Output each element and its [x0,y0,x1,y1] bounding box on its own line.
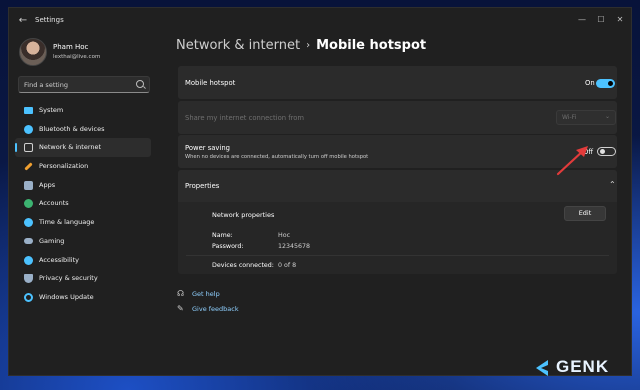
settings-window: ← Settings — ☐ ✕ Pham Hoc lexthai@live.c… [8,7,632,376]
title-bar: ← Settings — ☐ ✕ [9,8,631,34]
give-feedback-link[interactable]: Give feedback [192,305,239,313]
sidebar-item-label: Privacy & security [39,274,98,283]
network-properties-title: Network properties [212,211,275,219]
sidebar-item-label: Gaming [39,236,65,245]
share-connection-dropdown[interactable]: Wi-Fi ⌄ [556,110,616,125]
sidebar-item-network[interactable]: Network & internet [15,138,151,158]
gamepad-icon [24,237,33,244]
power-saving-label: Power saving [185,144,230,152]
share-connection-row: Share my internet connection from Wi-Fi … [178,101,617,134]
sidebar-item-label: Personalization [39,162,89,171]
power-saving-toggle[interactable] [597,147,616,156]
back-arrow-icon[interactable]: ← [16,14,30,28]
sidebar-item-label: Bluetooth & devices [39,124,105,133]
sidebar-item-accounts[interactable]: Accounts [15,194,151,213]
divider [186,255,609,256]
properties-title: Properties [185,182,220,190]
sidebar-item-label: Time & language [39,218,95,227]
watermark-text: GENK [556,357,610,376]
sidebar-item-system[interactable]: System [15,101,151,120]
name-value: Hoc [278,232,291,239]
sidebar-item-label: Accessibility [39,255,79,264]
share-connection-label: Share my internet connection from [185,114,305,122]
chevron-right-icon: › [306,40,311,51]
sidebar-item-label: Windows Update [39,292,94,301]
genk-logo-icon [536,360,548,376]
sidebar-item-label: Accounts [39,199,69,208]
chevron-down-icon: ⌄ [604,113,610,120]
wifi-icon [24,143,33,153]
avatar[interactable] [19,38,47,66]
sidebar-item-gaming[interactable]: Gaming [15,232,151,251]
sidebar-item-label: System [39,106,64,114]
power-saving-description: When no devices are connected, automatic… [185,154,369,160]
chevron-up-icon[interactable]: ⌃ [609,180,616,189]
apps-icon [24,180,33,190]
mobile-hotspot-row: Mobile hotspot On [178,66,617,99]
feedback-icon: ✎ [177,304,184,313]
sidebar-item-time-language[interactable]: Time & language [15,213,151,232]
accessibility-icon [24,255,33,265]
sidebar-item-windows-update[interactable]: Windows Update [15,288,151,307]
get-help-link[interactable]: Get help [192,290,220,298]
update-icon [24,292,33,302]
password-key: Password: [212,243,244,250]
devices-connected-key: Devices connected: [212,262,274,269]
genk-watermark: GENK [512,352,632,386]
toggle-knob [600,149,605,154]
monitor-icon [24,107,33,114]
page-title: Mobile hotspot [316,38,427,53]
sidebar-item-label: Apps [39,180,56,189]
search-icon [136,80,144,88]
devices-connected-value: 0 of 8 [278,262,297,269]
sidebar-item-apps[interactable]: Apps [15,176,151,195]
globe-clock-icon [24,218,33,228]
breadcrumb-parent[interactable]: Network & internet [176,38,300,53]
sidebar-item-bluetooth[interactable]: Bluetooth & devices [15,120,151,139]
profile-email: lexthai@live.com [53,54,101,60]
mobile-hotspot-state: On [585,79,595,87]
sidebar-item-label: Network & internet [39,143,102,152]
breadcrumb: Network & internet › Mobile hotspot [176,38,426,53]
sidebar-item-accessibility[interactable]: Accessibility [15,251,151,270]
profile-name: Pham Hoc [53,43,89,51]
window-title: Settings [35,16,64,24]
maximize-button[interactable]: ☐ [593,13,609,27]
dropdown-value: Wi-Fi [562,114,577,121]
sidebar-item-personalization[interactable]: Personalization [15,157,151,176]
mobile-hotspot-label: Mobile hotspot [185,79,236,87]
password-value: 12345678 [278,243,311,250]
properties-panel: Properties ⌃ Network properties Edit Nam… [178,170,617,274]
mobile-hotspot-toggle[interactable] [596,79,615,88]
bluetooth-icon [24,124,33,134]
shield-icon [24,274,33,284]
toggle-knob [608,81,613,86]
person-icon [24,199,33,209]
minimize-button[interactable]: — [574,13,590,27]
help-icon: ☊ [177,289,185,298]
close-button[interactable]: ✕ [612,13,628,27]
search-placeholder: Find a setting [24,81,68,89]
sidebar-nav: System Bluetooth & devices Network & int… [15,101,151,307]
annotation-arrow-icon [556,146,588,176]
brush-icon [24,162,33,171]
search-input[interactable]: Find a setting [18,76,150,93]
edit-button[interactable]: Edit [564,206,606,221]
name-key: Name: [212,232,233,239]
sidebar-item-privacy[interactable]: Privacy & security [15,269,151,288]
